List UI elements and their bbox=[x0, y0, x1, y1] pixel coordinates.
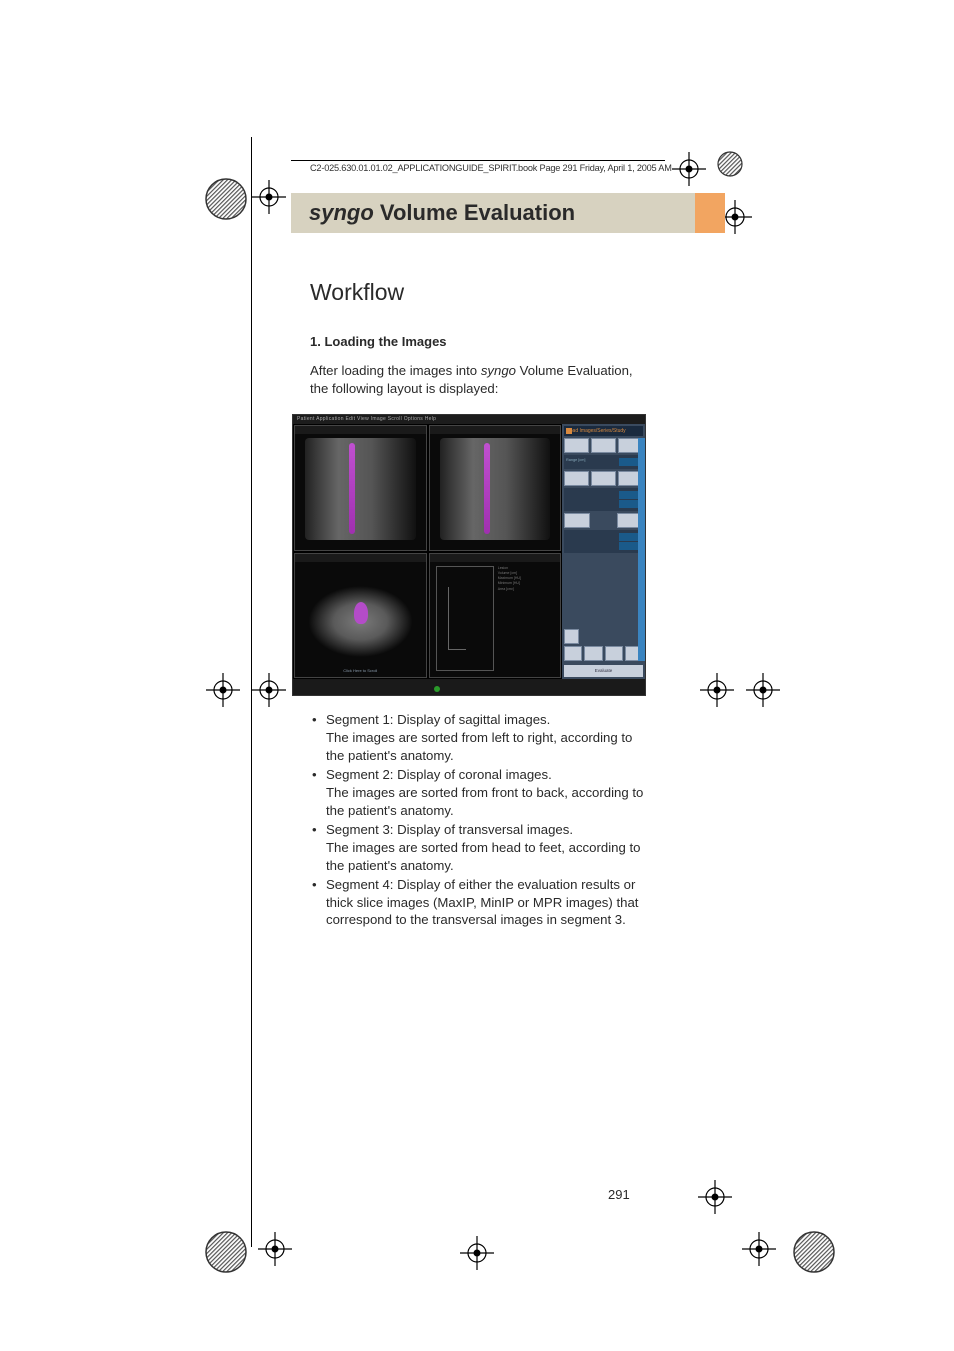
mode-button-row bbox=[564, 438, 643, 453]
mode-button[interactable] bbox=[591, 438, 616, 453]
crop-mark-icon bbox=[742, 1232, 776, 1266]
vessel-overlay bbox=[484, 443, 490, 534]
screenshot-statusbar bbox=[293, 679, 645, 695]
param-group bbox=[564, 488, 643, 511]
app-screenshot: Patient Application Edit View Image Scro… bbox=[292, 414, 646, 696]
crop-mark-icon bbox=[258, 1232, 292, 1266]
screenshot-menubar: Patient Application Edit View Image Scro… bbox=[293, 415, 645, 424]
pane-header bbox=[295, 426, 426, 434]
segment-description-list: Segment 1: Display of sagittal images. T… bbox=[310, 711, 648, 930]
intro-paragraph: After loading the images into syngo Volu… bbox=[310, 362, 646, 398]
crop-mark-icon bbox=[698, 1180, 732, 1214]
screenshot-control-panel: Load Images/Series/Study Range [cm] bbox=[562, 424, 645, 679]
mode-button[interactable] bbox=[564, 438, 589, 453]
panel-side-tab bbox=[638, 438, 645, 661]
crop-mark-icon bbox=[206, 673, 240, 707]
crop-mark-icon bbox=[700, 673, 734, 707]
tool-button-row bbox=[564, 513, 643, 528]
chapter-title: syngo Volume Evaluation bbox=[291, 200, 575, 226]
segment-4-results-pane: LesionVolume [cm]Maximum [HU]Minimum [HU… bbox=[429, 553, 562, 679]
crop-mark-icon bbox=[252, 673, 286, 707]
chapter-title-rest: Volume Evaluation bbox=[374, 200, 575, 225]
chapter-title-product: syngo bbox=[309, 200, 374, 225]
vessel-overlay bbox=[354, 602, 368, 624]
chapter-title-band: syngo Volume Evaluation bbox=[291, 193, 695, 233]
print-registration-corner bbox=[204, 1230, 248, 1274]
section-heading: Workflow bbox=[310, 279, 404, 306]
step-heading: 1. Loading the Images bbox=[310, 334, 447, 349]
param-label: Range [cm] bbox=[566, 458, 617, 466]
print-registration-dot bbox=[716, 150, 744, 178]
results-content: LesionVolume [cm]Maximum [HU]Minimum [HU… bbox=[436, 566, 555, 672]
tool-button[interactable] bbox=[591, 471, 616, 486]
crop-mark-icon bbox=[460, 1236, 494, 1270]
list-item: Segment 1: Display of sagittal images. T… bbox=[310, 711, 648, 765]
crop-mark-icon bbox=[252, 180, 286, 214]
output-button-row bbox=[564, 629, 643, 644]
sagittal-image bbox=[305, 438, 416, 540]
tool-button-row bbox=[564, 471, 643, 486]
pane-header bbox=[430, 426, 561, 434]
print-registration-corner bbox=[792, 1230, 836, 1274]
param-group bbox=[564, 530, 643, 553]
crop-mark-icon bbox=[672, 152, 706, 186]
vessel-overlay bbox=[349, 443, 355, 534]
panel-title: Load Images/Series/Study bbox=[564, 426, 643, 436]
page-frame-left-rule bbox=[251, 137, 252, 1247]
output-button[interactable] bbox=[584, 646, 602, 661]
pane-header bbox=[430, 554, 561, 562]
output-button[interactable] bbox=[605, 646, 623, 661]
param-group: Range [cm] bbox=[564, 455, 643, 469]
results-chart bbox=[436, 566, 494, 672]
evaluate-button[interactable]: Evaluate bbox=[564, 665, 643, 677]
tool-button[interactable] bbox=[564, 471, 589, 486]
axial-image bbox=[305, 566, 416, 668]
chapter-tab-marker bbox=[695, 193, 725, 233]
results-table: LesionVolume [cm]Maximum [HU]Minimum [HU… bbox=[498, 566, 554, 672]
page-number: 291 bbox=[608, 1187, 630, 1202]
pane-scroll-hint: Click Here to Scroll bbox=[295, 668, 426, 673]
tool-button[interactable] bbox=[564, 513, 590, 528]
list-item: Segment 2: Display of coronal images. Th… bbox=[310, 766, 648, 820]
output-button[interactable] bbox=[564, 646, 582, 661]
list-item: Segment 4: Display of either the evaluat… bbox=[310, 876, 648, 930]
segment-2-coronal-pane bbox=[429, 425, 562, 551]
segment-1-sagittal-pane bbox=[294, 425, 427, 551]
list-item: Segment 3: Display of transversal images… bbox=[310, 821, 648, 875]
crop-mark-icon bbox=[746, 673, 780, 707]
output-button-row bbox=[564, 646, 643, 661]
print-registration-corner bbox=[204, 177, 248, 221]
header-rule bbox=[291, 160, 665, 161]
book-header-tagline: C2-025.630.01.01.02_APPLICATIONGUIDE_SPI… bbox=[310, 163, 672, 173]
coronal-image bbox=[440, 438, 551, 540]
segment-3-transversal-pane: Click Here to Scroll bbox=[294, 553, 427, 679]
output-button[interactable] bbox=[564, 629, 579, 644]
pane-header bbox=[295, 554, 426, 562]
